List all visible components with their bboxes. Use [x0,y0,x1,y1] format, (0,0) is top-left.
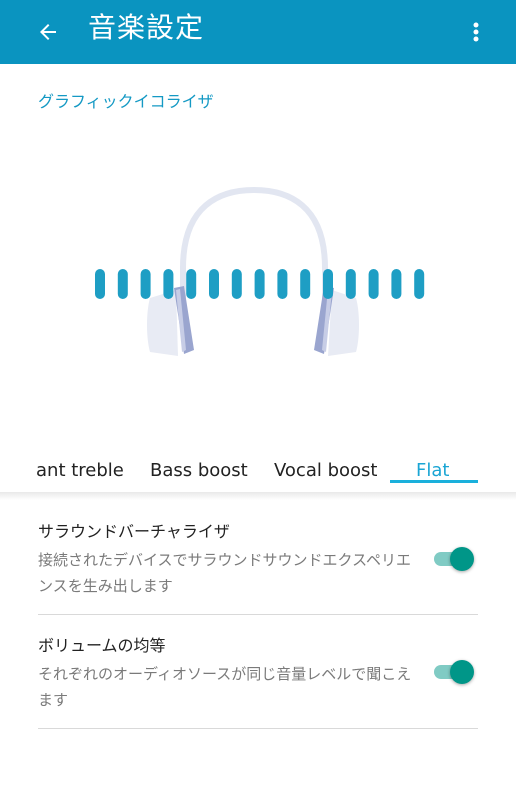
equalizer-band-slider[interactable] [414,269,425,299]
equalizer-bars [95,269,425,299]
page-title: 音楽設定 [88,11,205,44]
divider [38,614,478,615]
tab-vocal-boost[interactable]: Vocal boost [274,460,377,481]
volume-leveler-toggle[interactable] [434,657,474,687]
overflow-menu-button[interactable] [458,12,494,52]
equalizer-band-slider[interactable] [117,269,128,299]
equalizer-visualization[interactable] [0,150,516,400]
equalizer-band-slider[interactable] [209,269,219,299]
equalizer-band-slider[interactable] [140,269,151,299]
headphones-equalizer-graphic [95,186,425,356]
toggle-thumb [450,547,474,571]
divider [38,728,478,729]
arrow-left-icon [40,24,56,40]
equalizer-band-slider[interactable] [186,269,197,299]
toggle-thumb [450,660,474,684]
equalizer-band-slider[interactable] [231,269,242,299]
tab-selected-indicator [390,480,478,483]
equalizer-band-slider[interactable] [95,269,105,299]
tab-bass-boost[interactable]: Bass boost [150,460,248,481]
tabs-shadow [0,492,516,500]
setting-description: 接続されたデバイスでサラウンドサウンドエクスペリエンスを生み出します [38,551,412,595]
setting-title: ボリュームの均等 [38,636,166,655]
app-bar: 音楽設定 [0,0,516,64]
equalizer-band-slider[interactable] [345,269,356,299]
equalizer-band-slider[interactable] [368,269,379,299]
equalizer-band-slider[interactable] [391,269,402,299]
equalizer-band-slider[interactable] [277,269,288,299]
more-vert-icon [473,22,479,42]
tab-flat[interactable]: Flat [416,460,449,481]
setting-description: それぞれのオーディオソースが同じ音量レベルで聞こえます [38,665,412,709]
equalizer-band-slider[interactable] [323,269,333,299]
tab-treble[interactable]: ant treble [36,460,124,481]
back-button[interactable] [28,12,68,52]
setting-title: サラウンドバーチャライザ [38,522,230,541]
equalizer-section-label: グラフィックイコライザ [38,92,214,111]
equalizer-band-slider[interactable] [300,269,311,299]
preset-tabs: ant treble Bass boost Vocal boost Flat [0,450,516,492]
equalizer-band-slider[interactable] [254,269,265,299]
equalizer-band-slider[interactable] [163,269,174,299]
surround-virtualizer-toggle[interactable] [434,544,474,574]
setting-surround-virtualizer[interactable]: サラウンドバーチャライザ 接続されたデバイスでサラウンドサウンドエクスペリエンス… [38,521,478,599]
setting-volume-leveler[interactable]: ボリュームの均等 それぞれのオーディオソースが同じ音量レベルで聞こえます [38,635,478,713]
